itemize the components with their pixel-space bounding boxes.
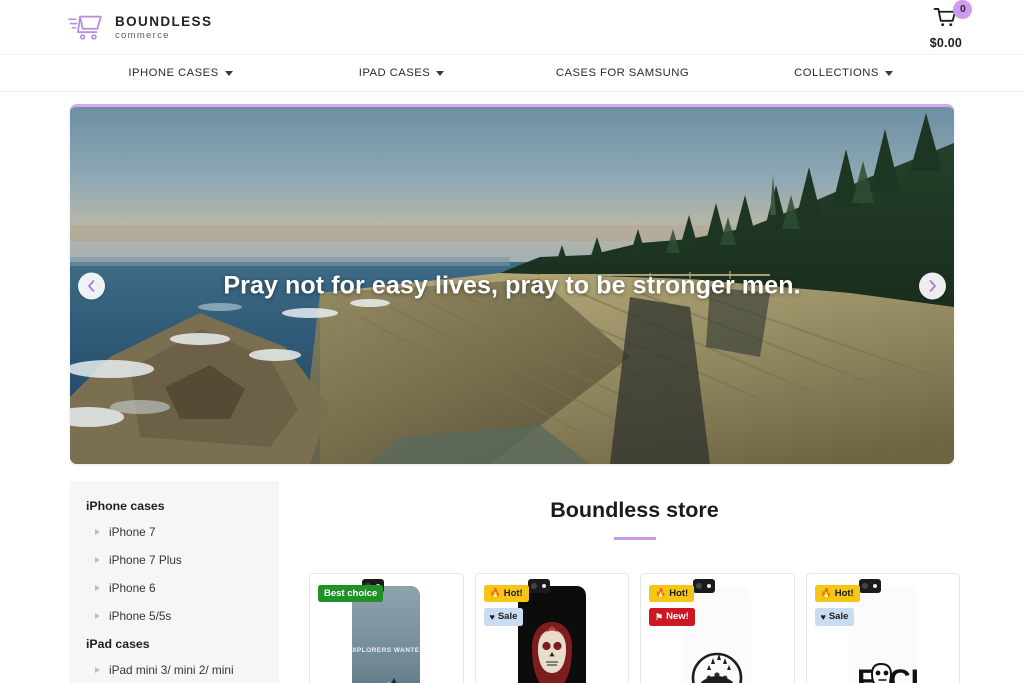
page-content: iPhone cases iPhone 7 iPhone 7 Plus iPho… xyxy=(0,464,1024,683)
nav-label: IPHONE CASES xyxy=(128,67,219,79)
page-title: Boundless store xyxy=(550,498,719,522)
brand-name: BOUNDLESS xyxy=(115,13,213,29)
sidebar-item-label: iPhone 7 Plus xyxy=(109,553,182,567)
sidebar-item-ipad-mini[interactable]: iPad mini 3/ mini 2/ mini xyxy=(86,663,263,677)
cart-widget[interactable]: 0 $0.00 xyxy=(929,0,973,50)
sidebar-heading-iphone-cases: iPhone cases xyxy=(86,499,165,513)
flame-icon: 🔥 xyxy=(655,587,667,598)
product-card-emblem-crest[interactable]: 🔥 Hot! ⚑ New! xyxy=(640,572,795,683)
nav-item-cases-for-samsung[interactable]: CASES FOR SAMSUNG xyxy=(512,67,733,79)
category-sidebar: iPhone cases iPhone 7 iPhone 7 Plus iPho… xyxy=(70,481,279,683)
heart-icon: ♥ xyxy=(820,611,826,622)
sidebar-item-iphone-5-5s[interactable]: iPhone 5/5s xyxy=(86,609,263,623)
badge-group: Best choice xyxy=(318,584,384,603)
chevron-right-icon xyxy=(95,529,100,535)
sidebar-item-label: iPhone 5/5s xyxy=(109,609,172,623)
cart-total: $0.00 xyxy=(929,35,962,50)
store-main: Boundless store Best choice XPLORERS WAN… xyxy=(309,481,960,683)
flame-icon: 🔥 xyxy=(489,587,501,598)
flag-icon: ⚑ xyxy=(655,611,664,622)
chevron-down-icon xyxy=(884,70,893,76)
badge-best-choice: Best choice xyxy=(318,584,384,603)
badge-label: Hot! xyxy=(503,587,523,599)
chevron-right-icon xyxy=(95,585,100,591)
title-divider xyxy=(613,537,656,540)
svg-text:EXPLORERS WANTED: EXPLORERS WANTED xyxy=(352,647,420,654)
product-card-sugar-skull-matryoshka[interactable]: 🔥 Hot! ♥ Sale xyxy=(474,572,629,683)
nav-item-collections[interactable]: COLLECTIONS xyxy=(733,67,954,79)
camera-icon xyxy=(527,578,550,593)
product-card-fck-ghost[interactable]: 🔥 Hot! ♥ Sale F CK xyxy=(805,572,960,683)
cart-icon[interactable]: 0 xyxy=(933,0,973,30)
product-card-explorers-wanted[interactable]: Best choice EXPLORERS WANTED xyxy=(309,572,464,683)
badge-new: ⚑ New! xyxy=(649,608,695,627)
sidebar-item-label: iPad mini 3/ mini 2/ mini xyxy=(109,663,234,677)
camera-icon xyxy=(693,578,716,593)
nav-label: COLLECTIONS xyxy=(794,67,879,79)
hero-slider-section: Pray not for easy lives, pray to be stro… xyxy=(0,92,1024,464)
badge-label: Hot! xyxy=(834,587,854,599)
badge-label: Sale xyxy=(828,611,849,623)
badge-group: 🔥 Hot! ♥ Sale xyxy=(814,584,860,627)
chevron-right-icon xyxy=(95,613,100,619)
badge-hot: 🔥 Hot! xyxy=(649,584,695,603)
hero-slider: Pray not for easy lives, pray to be stro… xyxy=(70,104,954,464)
badge-sale: ♥ Sale xyxy=(483,608,524,627)
badge-group: 🔥 Hot! ♥ Sale xyxy=(483,584,529,627)
chevron-right-icon xyxy=(95,667,100,673)
shopping-cart-logo-icon xyxy=(68,12,106,42)
brand-tagline: commerce xyxy=(115,30,170,41)
sidebar-item-iphone-7-plus[interactable]: iPhone 7 Plus xyxy=(86,553,263,567)
sidebar-item-iphone-6[interactable]: iPhone 6 xyxy=(86,581,263,595)
sidebar-heading-ipad-cases: iPad cases xyxy=(86,637,150,651)
svg-text:CK: CK xyxy=(889,664,917,683)
flame-icon: 🔥 xyxy=(820,587,832,598)
badge-label: Sale xyxy=(497,611,518,623)
nav-label: CASES FOR SAMSUNG xyxy=(555,67,690,79)
sidebar-item-label: iPhone 7 xyxy=(109,525,156,539)
product-grid: Best choice EXPLORERS WANTED xyxy=(309,572,960,683)
badge-label: Hot! xyxy=(669,587,689,599)
badge-sale: ♥ Sale xyxy=(814,608,855,627)
badge-group: 🔥 Hot! ⚑ New! xyxy=(649,584,695,627)
brand-logo[interactable]: BOUNDLESS commerce xyxy=(68,12,212,42)
badge-hot: 🔥 Hot! xyxy=(483,584,529,603)
nav-label: IPAD CASES xyxy=(358,67,431,79)
nav-item-ipad-cases[interactable]: IPAD CASES xyxy=(291,67,512,79)
chevron-right-icon xyxy=(95,557,100,563)
camera-icon xyxy=(858,578,881,593)
hero-caption: Pray not for easy lives, pray to be stro… xyxy=(223,271,801,299)
chevron-down-icon xyxy=(224,70,233,76)
heart-icon: ♥ xyxy=(489,611,495,622)
sidebar-item-label: iPhone 6 xyxy=(109,581,156,595)
badge-hot: 🔥 Hot! xyxy=(814,584,860,603)
site-header: BOUNDLESS commerce 0 $0.00 xyxy=(0,0,1024,55)
sidebar-item-iphone-7[interactable]: iPhone 7 xyxy=(86,525,263,539)
badge-label: New! xyxy=(666,611,689,623)
nav-item-iphone-cases[interactable]: IPHONE CASES xyxy=(70,67,291,79)
main-navigation: IPHONE CASES IPAD CASES CASES FOR SAMSUN… xyxy=(0,55,1024,92)
chevron-down-icon xyxy=(436,70,445,76)
cart-count-badge: 0 xyxy=(953,0,973,19)
